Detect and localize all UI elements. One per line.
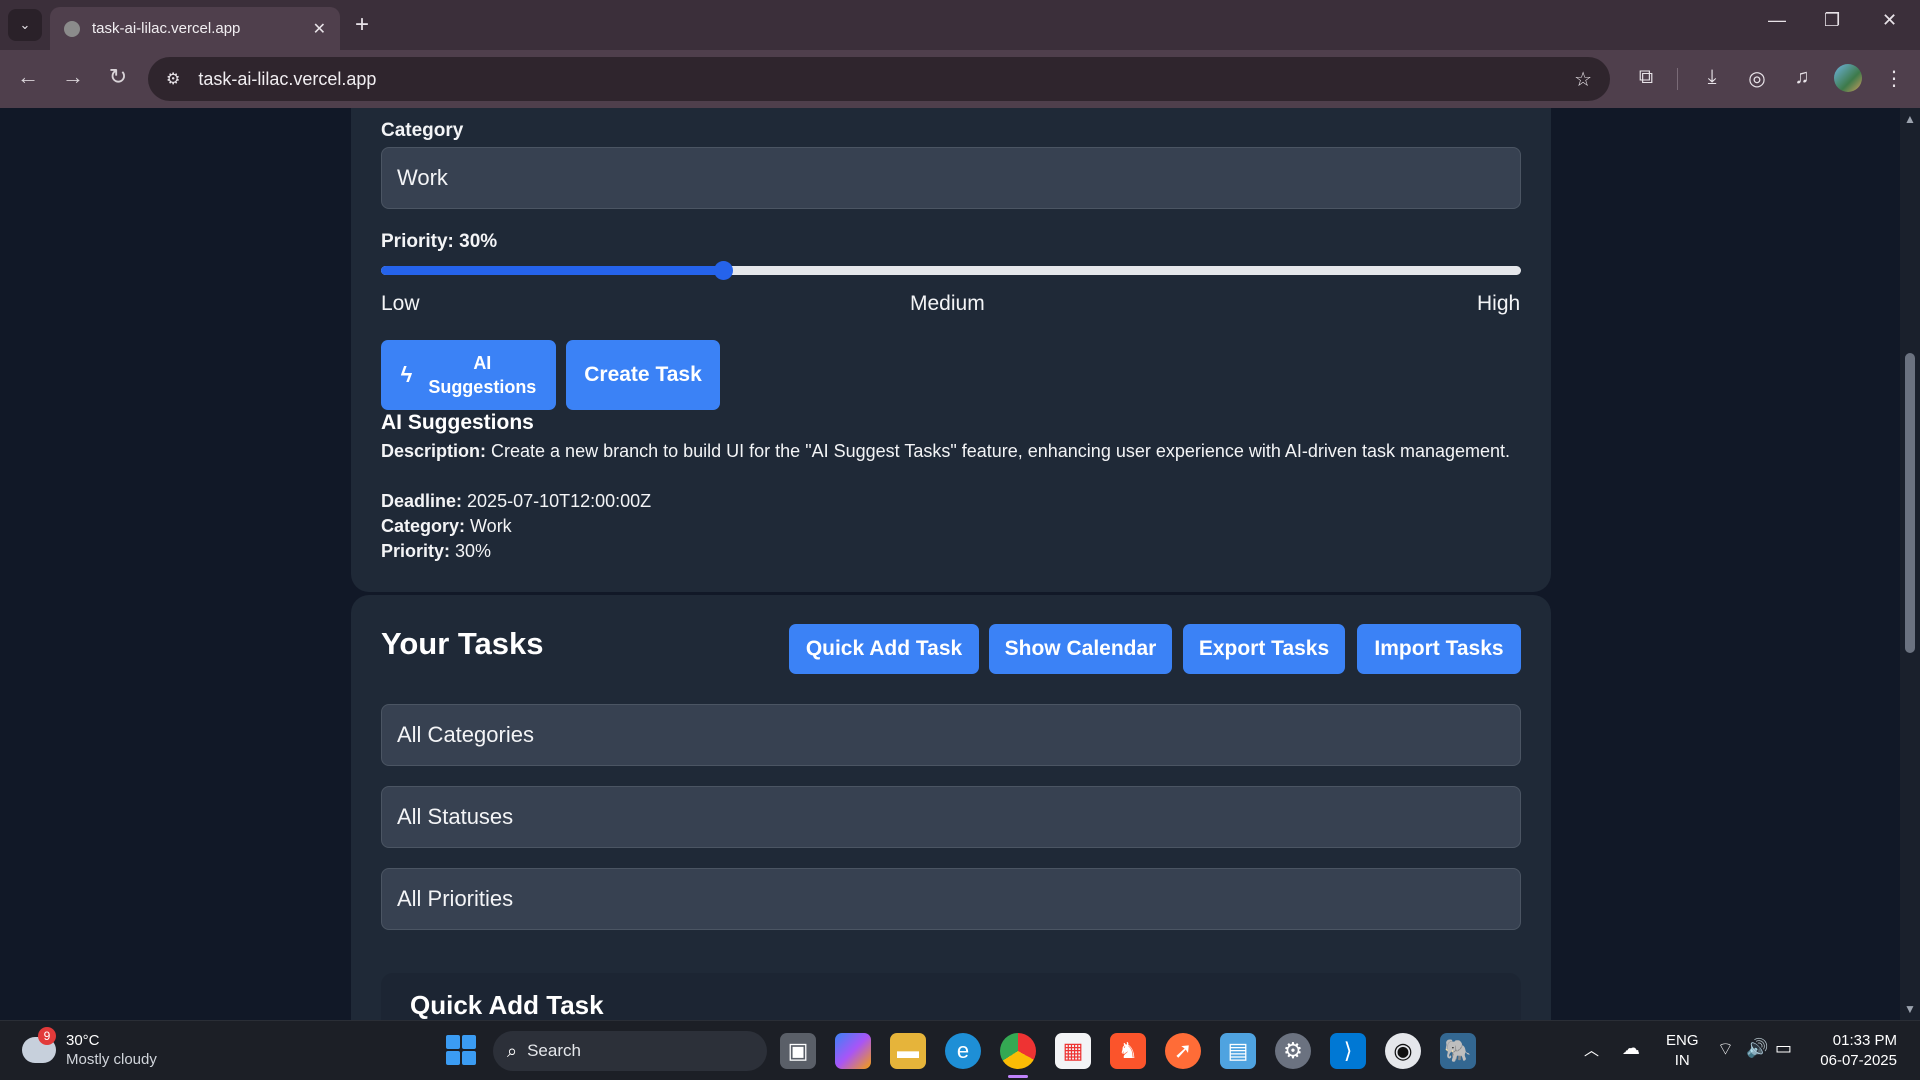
priority-slider-handle[interactable] — [714, 261, 733, 280]
scrollbar-thumb[interactable] — [1905, 353, 1915, 653]
page-scrollbar[interactable]: ▲ ▼ — [1900, 108, 1920, 1020]
chrome-icon[interactable] — [1000, 1033, 1036, 1069]
search-label: Search — [527, 1041, 581, 1060]
scroll-down-icon[interactable]: ▼ — [1904, 1002, 1916, 1016]
battery-icon[interactable]: ▭ — [1775, 1038, 1792, 1059]
settings-icon[interactable]: ⚙ — [1275, 1033, 1311, 1069]
menu-dots-icon[interactable]: ⋮ — [1880, 66, 1908, 91]
onedrive-cloud-icon[interactable]: ☁ — [1622, 1038, 1640, 1059]
site-info-icon[interactable]: ⚙ — [166, 69, 180, 89]
url-text: task-ai-lilac.vercel.app — [198, 68, 377, 89]
store-icon[interactable]: ▦ — [1055, 1033, 1091, 1069]
remote-desktop-icon[interactable]: ▤ — [1220, 1033, 1256, 1069]
file-explorer-icon[interactable]: ▬ — [890, 1033, 926, 1069]
browser-tab-bar: ⌄ task-ai-lilac.vercel.app ✕ + — ❐ ✕ — [0, 0, 1920, 50]
page-viewport: Category Work Priority: 30% Low Medium H… — [0, 108, 1900, 1020]
download-icon[interactable]: ⤓ — [1698, 66, 1726, 89]
clock[interactable]: 01:33 PM 06-07-2025 — [1805, 1031, 1897, 1071]
create-task-button[interactable]: Create Task — [566, 340, 720, 410]
browser-toolbar: ← → ↻ ⚙ task-ai-lilac.vercel.app ☆ ⧉ ⤓ ◎… — [0, 50, 1920, 108]
postman-icon[interactable]: ➚ — [1165, 1033, 1201, 1069]
category-select[interactable]: Work — [381, 147, 1521, 209]
language-indicator[interactable]: ENG IN — [1666, 1031, 1699, 1071]
tab-search-button[interactable]: ⌄ — [8, 9, 42, 41]
volume-icon[interactable]: 🔊 — [1746, 1038, 1768, 1059]
your-tasks-heading: Your Tasks — [381, 626, 544, 661]
notification-badge: 9 — [38, 1027, 56, 1045]
priority-slider-fill — [381, 266, 723, 275]
import-tasks-button[interactable]: Import Tasks — [1357, 624, 1521, 674]
priority-medium-label: Medium — [910, 292, 985, 315]
vscode-icon[interactable]: ⟩ — [1330, 1033, 1366, 1069]
suggestion-deadline: Deadline: 2025-07-10T12:00:00Z — [381, 491, 652, 511]
chevron-up-icon[interactable]: ︿ — [1584, 1039, 1599, 1060]
restore-icon[interactable]: ❐ — [1824, 10, 1840, 31]
category-label: Category — [381, 120, 464, 141]
reload-icon[interactable]: ↻ — [103, 64, 133, 90]
priority-filter-select[interactable]: All Priorities — [381, 868, 1521, 930]
status-filter-select[interactable]: All Statuses — [381, 786, 1521, 848]
copilot-icon[interactable] — [835, 1033, 871, 1069]
media-control-icon[interactable]: ♫ — [1788, 66, 1816, 89]
postgresql-icon[interactable]: 🐘 — [1440, 1033, 1476, 1069]
priority-high-label: High — [1477, 292, 1521, 315]
windows-taskbar: 9 30°C Mostly cloudy ⌕ Search ▣ ▬ e ▦ ♞ … — [0, 1020, 1920, 1080]
task-view-icon[interactable]: ▣ — [780, 1033, 816, 1069]
lightning-icon: ϟ — [400, 362, 413, 387]
toolbar-divider — [1677, 68, 1678, 90]
forward-icon[interactable]: → — [58, 64, 88, 90]
browser-tab[interactable]: task-ai-lilac.vercel.app ✕ — [50, 7, 340, 50]
weather-temp: 30°C — [66, 1032, 100, 1049]
back-icon[interactable]: ← — [13, 64, 43, 90]
ai-suggestions-heading: AI Suggestions — [381, 411, 534, 434]
extensions-icon[interactable]: ⧉ — [1632, 66, 1660, 89]
brave-icon[interactable]: ♞ — [1110, 1033, 1146, 1069]
quick-add-heading: Quick Add Task — [410, 990, 604, 1020]
minimize-icon[interactable]: — — [1768, 10, 1786, 31]
weather-desc: Mostly cloudy — [66, 1051, 157, 1068]
suggestion-description: Description: Create a new branch to buil… — [381, 441, 1511, 461]
category-filter-select[interactable]: All Categories — [381, 704, 1521, 766]
priority-low-label: Low — [381, 292, 420, 315]
show-calendar-button[interactable]: Show Calendar — [989, 624, 1172, 674]
export-tasks-button[interactable]: Export Tasks — [1183, 624, 1345, 674]
github-icon[interactable]: ◉ — [1385, 1033, 1421, 1069]
priority-label: Priority: 30% — [381, 231, 498, 252]
new-tab-button[interactable]: + — [355, 10, 369, 40]
close-window-icon[interactable]: ✕ — [1882, 10, 1897, 31]
quick-add-task-button[interactable]: Quick Add Task — [789, 624, 979, 674]
priority-slider[interactable] — [381, 261, 1521, 280]
cloud-icon: 9 — [22, 1027, 56, 1063]
edge-icon[interactable]: e — [945, 1033, 981, 1069]
performance-icon[interactable]: ◎ — [1743, 66, 1771, 91]
taskbar-search[interactable]: ⌕ Search — [493, 1031, 767, 1071]
start-button[interactable] — [446, 1035, 476, 1065]
chrome-active-indicator — [1008, 1075, 1028, 1078]
ai-suggestions-button[interactable]: ϟ AI Suggestions — [381, 340, 556, 410]
tab-title: task-ai-lilac.vercel.app — [92, 20, 241, 37]
suggestion-priority: Priority: 30% — [381, 541, 492, 561]
ai-suggestions-button-label: AI Suggestions — [428, 353, 537, 397]
weather-widget[interactable]: 9 30°C Mostly cloudy — [22, 1027, 157, 1069]
globe-icon — [64, 20, 80, 37]
profile-avatar[interactable] — [1834, 64, 1862, 92]
address-bar[interactable]: ⚙ task-ai-lilac.vercel.app ☆ — [148, 57, 1610, 101]
scroll-up-icon[interactable]: ▲ — [1904, 112, 1916, 126]
close-tab-icon[interactable]: ✕ — [313, 19, 326, 39]
bookmark-star-icon[interactable]: ☆ — [1574, 67, 1592, 92]
search-icon: ⌕ — [507, 1040, 518, 1061]
suggestion-category: Category: Work — [381, 516, 512, 536]
wifi-icon[interactable]: ⌔ — [1717, 1038, 1734, 1061]
